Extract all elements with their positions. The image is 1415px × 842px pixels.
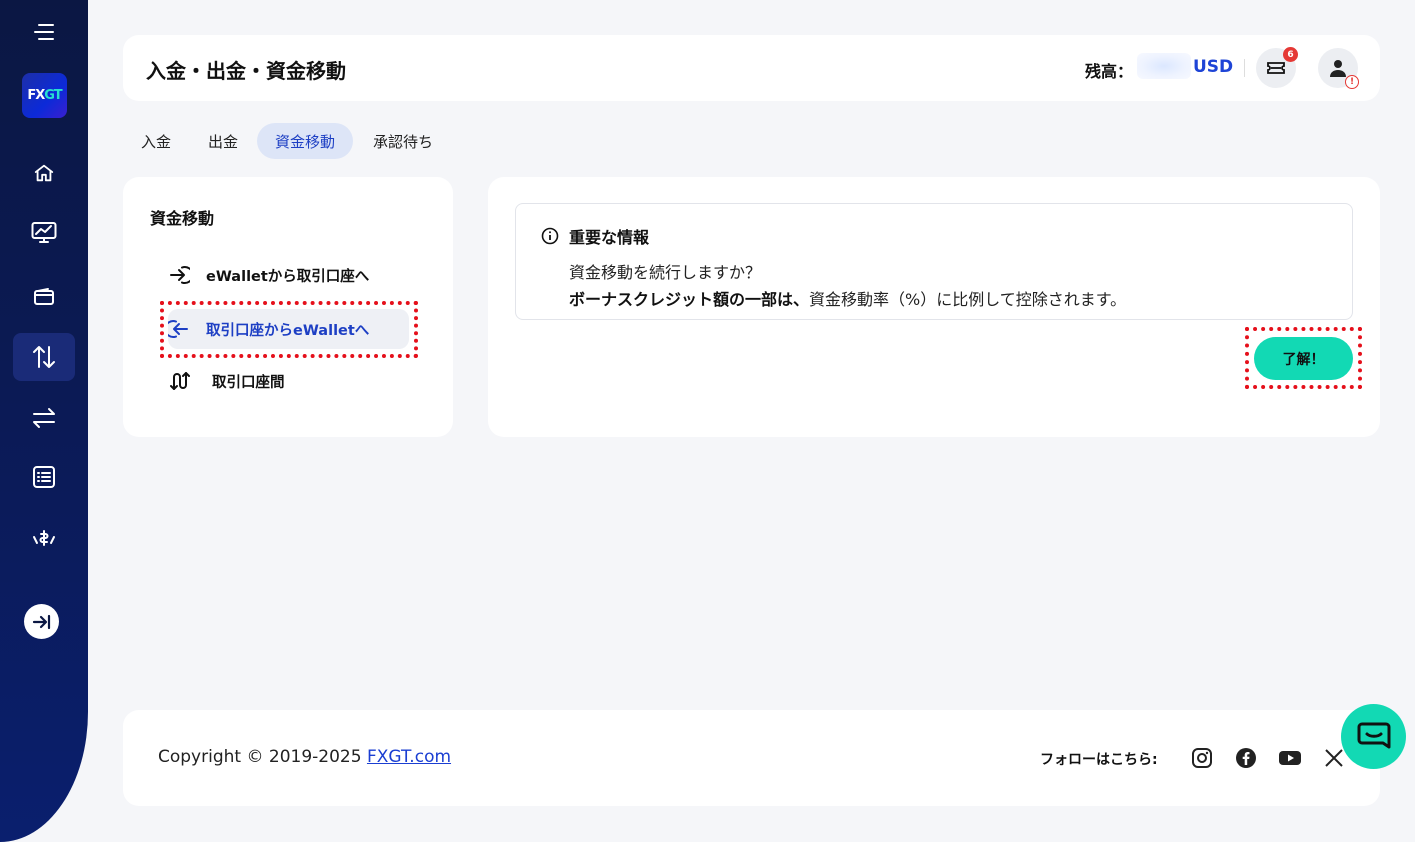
balance-value-hidden	[1137, 53, 1191, 79]
swap-loop-icon	[170, 372, 190, 390]
header-divider	[1244, 59, 1245, 77]
page-title: 入金・出金・資金移動	[146, 59, 346, 83]
expand-arrow-icon	[32, 614, 50, 629]
ok-button[interactable]: 了解！	[1254, 337, 1353, 380]
copyright-label: Copyright © 2019-2025	[158, 747, 367, 767]
tab-deposit[interactable]: 入金	[123, 123, 189, 159]
user-icon	[1330, 60, 1346, 77]
chart-monitor-icon[interactable]	[0, 220, 88, 246]
info-detail-bold: ボーナスクレジット額の一部は、	[569, 290, 810, 309]
info-question: 資金移動を続行しますか？	[569, 263, 762, 282]
footer: Copyright © 2019-2025 FXGT.com フォローはこちら:	[123, 710, 1380, 806]
expand-sidebar-button[interactable]	[24, 604, 59, 639]
notification-badge: 6	[1283, 47, 1298, 62]
copyright-text: Copyright © 2019-2025 FXGT.com	[158, 747, 451, 767]
page-header: 入金・出金・資金移動 残高： USD 6 !	[123, 35, 1380, 101]
info-detail: ボーナスクレジット額の一部は、資金移動率（%）に比例して控除されます。	[569, 286, 1126, 310]
chat-bubble-icon	[1357, 722, 1390, 748]
sidebar: FX GT	[0, 0, 88, 842]
list-icon[interactable]	[0, 464, 88, 490]
facebook-icon[interactable]	[1234, 746, 1258, 770]
transfer-menu-title: 資金移動	[150, 209, 215, 228]
tab-transfer[interactable]: 資金移動	[257, 123, 354, 159]
menu-item-label: eWalletから取引口座へ	[206, 268, 370, 285]
highlight-box-menu	[160, 301, 418, 358]
exchange-arrows-icon[interactable]	[0, 405, 88, 431]
balance-currency: USD	[1193, 57, 1234, 77]
logo-fx-text: FX	[27, 88, 45, 103]
instagram-icon[interactable]	[1190, 746, 1214, 770]
menu-icon[interactable]	[0, 18, 88, 46]
follow-label: フォローはこちら:	[1040, 752, 1158, 768]
notice-card: 重要な情報 資金移動を続行しますか？ ボーナスクレジット額の一部は、資金移動率（…	[488, 177, 1380, 437]
youtube-icon[interactable]	[1278, 746, 1302, 770]
important-info-box: 重要な情報 資金移動を続行しますか？ ボーナスクレジット額の一部は、資金移動率（…	[515, 203, 1353, 320]
arrow-in-icon	[170, 266, 190, 284]
menu-item-ewallet-to-account[interactable]: eWalletから取引口座へ	[168, 255, 369, 295]
menu-item-label: 取引口座間	[212, 374, 285, 391]
transfer-updown-icon[interactable]	[0, 343, 88, 371]
info-icon	[541, 227, 559, 245]
info-detail-rest: 資金移動率（%）に比例して控除されます。	[809, 290, 1127, 309]
info-title: 重要な情報	[569, 228, 650, 247]
menu-item-between-accounts[interactable]: 取引口座間	[168, 361, 285, 401]
logo-gt-text: GT	[44, 88, 62, 103]
wallet-icon[interactable]	[0, 284, 88, 310]
tab-withdraw[interactable]: 出金	[190, 123, 256, 159]
ticket-icon	[1267, 62, 1285, 74]
balance-label: 残高：	[1085, 62, 1134, 81]
x-icon[interactable]	[1322, 746, 1346, 770]
fxgt-link[interactable]: FXGT.com	[367, 747, 451, 767]
home-icon[interactable]	[0, 160, 88, 186]
fxgt-logo[interactable]: FX GT	[22, 73, 67, 118]
live-chat-button[interactable]	[1341, 704, 1406, 769]
user-alert-icon: !	[1345, 75, 1359, 89]
transfer-menu-card: 資金移動 eWalletから取引口座へ 取引口座からeWalletへ 取引口座間	[123, 177, 453, 437]
hand-money-icon[interactable]	[0, 525, 88, 551]
tab-pending[interactable]: 承認待ち	[355, 123, 451, 159]
